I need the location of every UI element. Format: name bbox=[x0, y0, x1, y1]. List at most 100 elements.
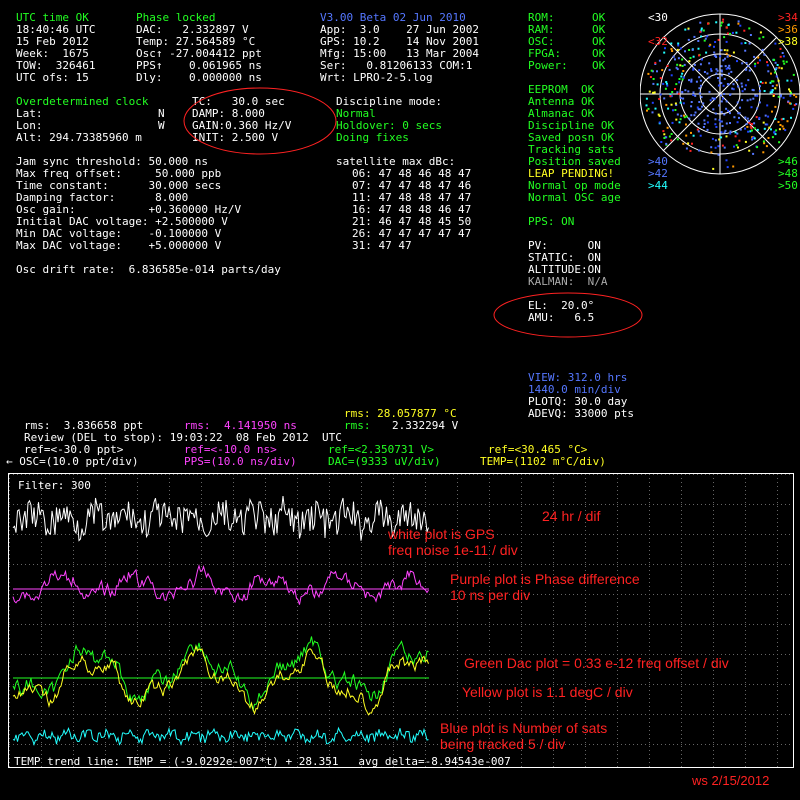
sky-track-point bbox=[658, 114, 661, 117]
signature: ws 2/15/2012 bbox=[692, 773, 770, 788]
sky-track-point bbox=[737, 20, 740, 23]
param-row: Max DAC voltage: +5.000000 V bbox=[16, 239, 222, 252]
sky-track-point bbox=[723, 36, 726, 39]
sky-track-point bbox=[734, 131, 737, 134]
sky-track-point bbox=[795, 103, 798, 106]
sky-track-point bbox=[691, 142, 693, 145]
sky-track-point bbox=[682, 97, 685, 100]
sky-track-point bbox=[782, 96, 785, 99]
sky-track-point bbox=[766, 104, 769, 107]
sky-track-point bbox=[697, 40, 700, 42]
sky-track-point bbox=[779, 95, 782, 98]
sky-track-point bbox=[684, 50, 686, 53]
sky-track-point bbox=[722, 97, 725, 100]
sky-track-point bbox=[687, 27, 690, 30]
sky-track-point bbox=[717, 153, 720, 156]
highlight-ellipse-2 bbox=[493, 292, 643, 338]
sky-track-point bbox=[670, 42, 673, 45]
sky-track-point bbox=[706, 72, 709, 75]
sky-track-point bbox=[755, 116, 758, 119]
sky-track-point bbox=[743, 88, 746, 91]
sky-track-point bbox=[684, 89, 687, 92]
sky-track-point bbox=[658, 59, 661, 62]
sky-track-point bbox=[736, 60, 738, 63]
sky-track-point bbox=[668, 68, 671, 71]
sky-track-point bbox=[756, 61, 759, 64]
sky-track-point bbox=[761, 82, 764, 84]
sky-track-point bbox=[690, 114, 693, 117]
sky-track-point bbox=[752, 136, 754, 139]
sky-track-point bbox=[714, 41, 717, 43]
sky-track-point bbox=[715, 21, 718, 24]
params-list: Jam sync threshold: 50.000 ns Max freq of… bbox=[16, 156, 241, 252]
sat-table: 06: 47 48 46 48 47 07: 47 47 48 47 46 11: … bbox=[352, 168, 471, 252]
sky-track-point bbox=[685, 134, 688, 137]
sky-track-point bbox=[706, 35, 709, 38]
sky-track-point bbox=[771, 110, 773, 113]
doing-fixes: Doing fixes bbox=[336, 131, 409, 144]
sky-track-point bbox=[678, 81, 681, 84]
sky-track-point bbox=[677, 44, 680, 47]
sky-track-point bbox=[752, 97, 755, 100]
sky-track-point bbox=[732, 165, 735, 168]
sky-track-point bbox=[687, 142, 690, 145]
sky-track-point bbox=[717, 84, 720, 87]
sky-track-point bbox=[787, 100, 790, 103]
sky-track-point bbox=[756, 146, 759, 149]
sky-track-point bbox=[713, 51, 716, 54]
sky-track-point bbox=[732, 51, 735, 54]
sky-track-point bbox=[656, 83, 659, 86]
sky-track-point bbox=[712, 108, 715, 111]
sky-track-point bbox=[653, 91, 656, 94]
pps-status: PPS: ON bbox=[528, 215, 575, 228]
sky-track-point bbox=[786, 120, 789, 123]
sky-track-point bbox=[792, 73, 795, 76]
sky-track-point bbox=[745, 68, 748, 71]
sky-track-point bbox=[699, 134, 702, 137]
sky-track-point bbox=[702, 102, 705, 105]
sky-track-point bbox=[750, 123, 753, 125]
sky-track-point bbox=[740, 42, 743, 45]
flag-label: Power: bbox=[528, 59, 568, 72]
sky-track-point bbox=[688, 79, 690, 82]
sky-track-point bbox=[671, 121, 674, 124]
sky-track-point bbox=[746, 125, 749, 128]
sky-track-point bbox=[784, 129, 787, 132]
sky-track-point bbox=[789, 94, 792, 97]
sky-track-point bbox=[697, 108, 700, 111]
sky-track-point bbox=[741, 90, 744, 93]
sky-track-point bbox=[712, 167, 715, 170]
sky-track-point bbox=[795, 95, 798, 98]
status-row-right: Dly: 0.000000 ns bbox=[136, 71, 262, 84]
sky-track-point bbox=[781, 52, 784, 54]
sky-track-point bbox=[707, 22, 709, 25]
sky-track-point bbox=[775, 75, 778, 78]
sky-track-point bbox=[679, 64, 682, 67]
sky-track-point bbox=[714, 112, 717, 115]
sky-track-point bbox=[790, 79, 793, 82]
sky-track-point bbox=[753, 127, 756, 130]
sky-track-point bbox=[729, 122, 731, 124]
sky-track-point bbox=[700, 96, 703, 99]
sky-track-point bbox=[756, 94, 759, 97]
sky-track-point bbox=[766, 61, 768, 64]
osc-scale[interactable]: ← OSC=(10.0 ppt/div) bbox=[6, 456, 138, 468]
sky-track-point bbox=[740, 82, 743, 85]
sky-track-point bbox=[649, 76, 652, 78]
sky-track-point bbox=[722, 84, 725, 87]
plot-area[interactable] bbox=[8, 473, 794, 768]
sky-track-point bbox=[744, 140, 747, 143]
sky-track-point bbox=[764, 114, 767, 117]
sky-track-point bbox=[719, 94, 722, 97]
sky-track-point bbox=[674, 102, 677, 105]
status-list: EEPROM OK Antenna OK Almanac OK Discipline … bbox=[528, 84, 621, 204]
sky-track-point bbox=[767, 115, 770, 118]
sky-track-point bbox=[723, 49, 726, 52]
sky-track-point bbox=[683, 63, 686, 66]
sky-track-point bbox=[748, 27, 751, 30]
sky-track-point bbox=[724, 129, 727, 132]
sky-track-point bbox=[710, 69, 713, 72]
sky-track-point bbox=[737, 112, 740, 115]
sky-track-point bbox=[675, 118, 678, 121]
sky-track-point bbox=[721, 125, 724, 127]
